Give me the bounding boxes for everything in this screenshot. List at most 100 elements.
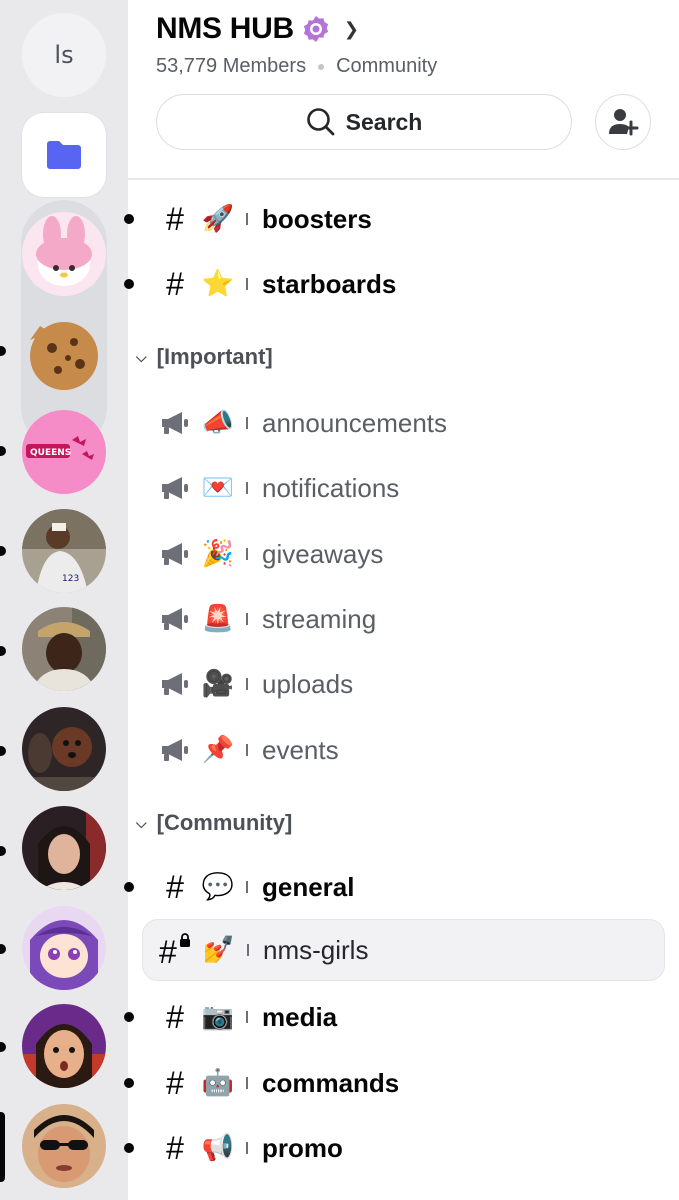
channel-emoji: 💅 bbox=[202, 935, 236, 965]
channel-name: streaming bbox=[262, 603, 377, 634]
unread-indicator bbox=[0, 746, 6, 756]
channel-nms-girls[interactable]: # 💅 nms-girls bbox=[142, 919, 665, 981]
announcement-channel-icon bbox=[158, 667, 192, 701]
search-icon bbox=[306, 108, 335, 136]
separator-tick bbox=[246, 1142, 248, 1154]
server-avatar-4[interactable] bbox=[22, 806, 106, 890]
server-pink-bunny[interactable] bbox=[22, 212, 106, 296]
text-channel-icon: # bbox=[166, 265, 184, 302]
channel-emoji: 📷 bbox=[201, 1002, 235, 1032]
channel-name: notifications bbox=[262, 472, 400, 503]
text-channel-icon: # bbox=[166, 1064, 184, 1101]
channel-emoji: 📌 bbox=[201, 735, 235, 765]
server-avatar-7[interactable] bbox=[22, 1104, 106, 1188]
channel-name: giveaways bbox=[262, 538, 384, 569]
channel-promo[interactable]: # 📢 promo bbox=[124, 1117, 665, 1179]
channel-emoji: 🚨 bbox=[201, 604, 235, 634]
chevron-right-icon: ❯ bbox=[343, 18, 359, 40]
server-rail: ls QUEENS 123 bbox=[0, 0, 128, 1200]
unread-indicator bbox=[0, 446, 6, 456]
category-label: [Important] bbox=[156, 344, 273, 369]
server-avatar-5[interactable] bbox=[22, 906, 106, 990]
unread-indicator bbox=[0, 646, 6, 656]
category-label: [Community] bbox=[156, 810, 293, 835]
separator-tick bbox=[246, 278, 248, 290]
channel-media[interactable]: # 📷 media bbox=[124, 986, 665, 1048]
separator-tick bbox=[246, 744, 248, 756]
separator-tick bbox=[246, 417, 248, 429]
announcement-channel-icon bbox=[158, 471, 192, 505]
channel-emoji: 💬 bbox=[201, 872, 235, 902]
separator-dot bbox=[318, 63, 325, 70]
channel-name: promo bbox=[262, 1132, 343, 1163]
unread-indicator bbox=[0, 546, 6, 556]
unread-indicator bbox=[0, 346, 6, 356]
channel-name: events bbox=[262, 734, 339, 765]
unread-indicator bbox=[0, 1042, 6, 1052]
channel-name: starboards bbox=[262, 268, 397, 299]
locked-channel-icon: # bbox=[159, 933, 193, 967]
text-channel-icon: # bbox=[166, 1129, 184, 1166]
active-server-indicator bbox=[0, 1112, 5, 1182]
unread-indicator bbox=[124, 882, 134, 892]
server-info: 53,779 Members Community bbox=[156, 55, 437, 78]
community-badge-icon bbox=[303, 16, 329, 42]
svg-text:QUEENS: QUEENS bbox=[30, 448, 71, 458]
channel-emoji: 🎉 bbox=[201, 539, 235, 569]
channel-emoji: 🚀 bbox=[201, 204, 235, 234]
channel-emoji: ⭐ bbox=[201, 269, 235, 299]
category-important[interactable]: ⌵ [Important] bbox=[136, 344, 273, 370]
channel-emoji: 💌 bbox=[201, 473, 235, 503]
cookie-icon bbox=[22, 312, 106, 396]
server-header-button[interactable]: NMS HUB ❯ bbox=[156, 12, 359, 46]
server-cookie[interactable] bbox=[22, 312, 106, 396]
channel-panel: NMS HUB ❯ 53,779 Members Community Searc… bbox=[124, 0, 679, 1200]
server-type: Community bbox=[336, 55, 438, 77]
server-avatar-image bbox=[22, 707, 106, 791]
channel-name: boosters bbox=[262, 203, 372, 234]
add-user-icon bbox=[609, 109, 639, 136]
channel-commands[interactable]: # 🤖 commands bbox=[124, 1052, 665, 1114]
text-channel-icon: # bbox=[166, 868, 184, 905]
direct-messages-button[interactable]: ls bbox=[22, 13, 106, 97]
channel-name: general bbox=[262, 871, 355, 902]
server-avatar-image bbox=[22, 607, 106, 691]
channel-name: nms-girls bbox=[263, 934, 369, 965]
svg-text:#: # bbox=[159, 934, 177, 967]
channel-name: announcements bbox=[262, 407, 448, 438]
chevron-down-icon: ⌵ bbox=[136, 814, 147, 831]
header-divider bbox=[128, 178, 679, 180]
server-folder-button[interactable] bbox=[22, 113, 106, 197]
channel-emoji: 📣 bbox=[201, 408, 235, 438]
server-bunny-image bbox=[22, 212, 106, 296]
invite-members-button[interactable] bbox=[595, 94, 651, 150]
channel-announcements[interactable]: 📣 announcements bbox=[142, 392, 665, 454]
folder-icon bbox=[47, 141, 81, 169]
channel-events[interactable]: 📌 events bbox=[142, 719, 665, 781]
svg-text:123: 123 bbox=[62, 574, 79, 584]
server-queens[interactable]: QUEENS bbox=[22, 410, 106, 494]
unread-indicator bbox=[0, 846, 6, 856]
channel-emoji: 🎥 bbox=[201, 669, 235, 699]
channel-uploads[interactable]: 🎥 uploads bbox=[142, 653, 665, 715]
channel-starboards[interactable]: # ⭐ starboards bbox=[124, 253, 665, 315]
search-button[interactable]: Search bbox=[156, 94, 572, 150]
category-community[interactable]: ⌵ [Community] bbox=[136, 810, 292, 836]
server-avatar-3[interactable] bbox=[22, 707, 106, 791]
channel-streaming[interactable]: 🚨 streaming bbox=[142, 588, 665, 650]
server-avatar-image bbox=[22, 1004, 106, 1088]
server-avatar-2[interactable] bbox=[22, 607, 106, 691]
channel-notifications[interactable]: 💌 notifications bbox=[142, 457, 665, 519]
announcement-channel-icon bbox=[158, 733, 192, 767]
announcement-channel-icon bbox=[158, 537, 192, 571]
separator-tick bbox=[246, 613, 248, 625]
text-channel-icon: # bbox=[166, 998, 184, 1035]
server-avatar-image bbox=[22, 806, 106, 890]
channel-giveaways[interactable]: 🎉 giveaways bbox=[142, 523, 665, 585]
channel-general[interactable]: # 💬 general bbox=[124, 856, 665, 918]
channel-emoji: 📢 bbox=[201, 1133, 235, 1163]
channel-boosters[interactable]: # 🚀 boosters bbox=[124, 188, 665, 250]
server-avatar-6[interactable] bbox=[22, 1004, 106, 1088]
server-avatar-1[interactable]: 123 bbox=[22, 509, 106, 593]
unread-indicator bbox=[124, 1143, 134, 1153]
